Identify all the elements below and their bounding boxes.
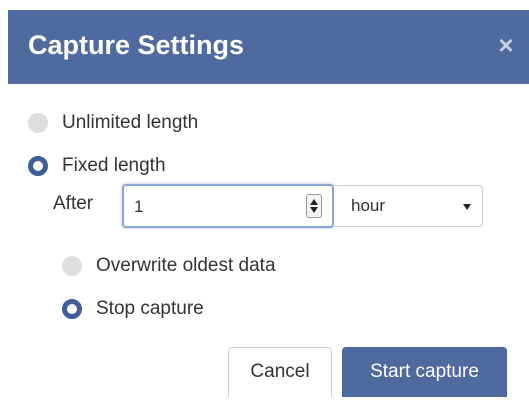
chevron-down-icon[interactable] (463, 204, 471, 210)
fixed-length-radio[interactable] (28, 156, 48, 176)
stop-capture-radio[interactable] (62, 299, 82, 319)
close-icon[interactable]: × (495, 32, 517, 58)
stop-capture-label: Stop capture (96, 298, 204, 319)
cancel-button[interactable]: Cancel (228, 347, 332, 397)
duration-unit-select[interactable]: hour (334, 185, 483, 227)
overwrite-oldest-label: Overwrite oldest data (96, 255, 276, 276)
unlimited-length-label: Unlimited length (62, 112, 199, 133)
spinner-arrows-icon[interactable] (306, 194, 322, 218)
dialog-title: Capture Settings (28, 30, 245, 60)
fixed-length-option[interactable]: Fixed length (28, 153, 166, 179)
decrement-arrow-icon[interactable] (310, 207, 318, 213)
overwrite-oldest-option[interactable]: Overwrite oldest data (62, 253, 276, 279)
duration-unit-value: hour (351, 196, 386, 215)
fixed-length-label: Fixed length (62, 155, 166, 176)
unlimited-length-radio[interactable] (28, 113, 48, 133)
duration-number-field[interactable] (122, 184, 334, 228)
after-label: After (53, 193, 94, 214)
unlimited-length-option[interactable]: Unlimited length (28, 110, 198, 136)
start-capture-button[interactable]: Start capture (342, 347, 507, 397)
increment-arrow-icon[interactable] (310, 199, 318, 205)
dialog-header: Capture Settings × (8, 10, 529, 84)
duration-input[interactable] (134, 195, 284, 219)
stop-capture-option[interactable]: Stop capture (62, 296, 204, 322)
overwrite-oldest-radio[interactable] (62, 256, 82, 276)
